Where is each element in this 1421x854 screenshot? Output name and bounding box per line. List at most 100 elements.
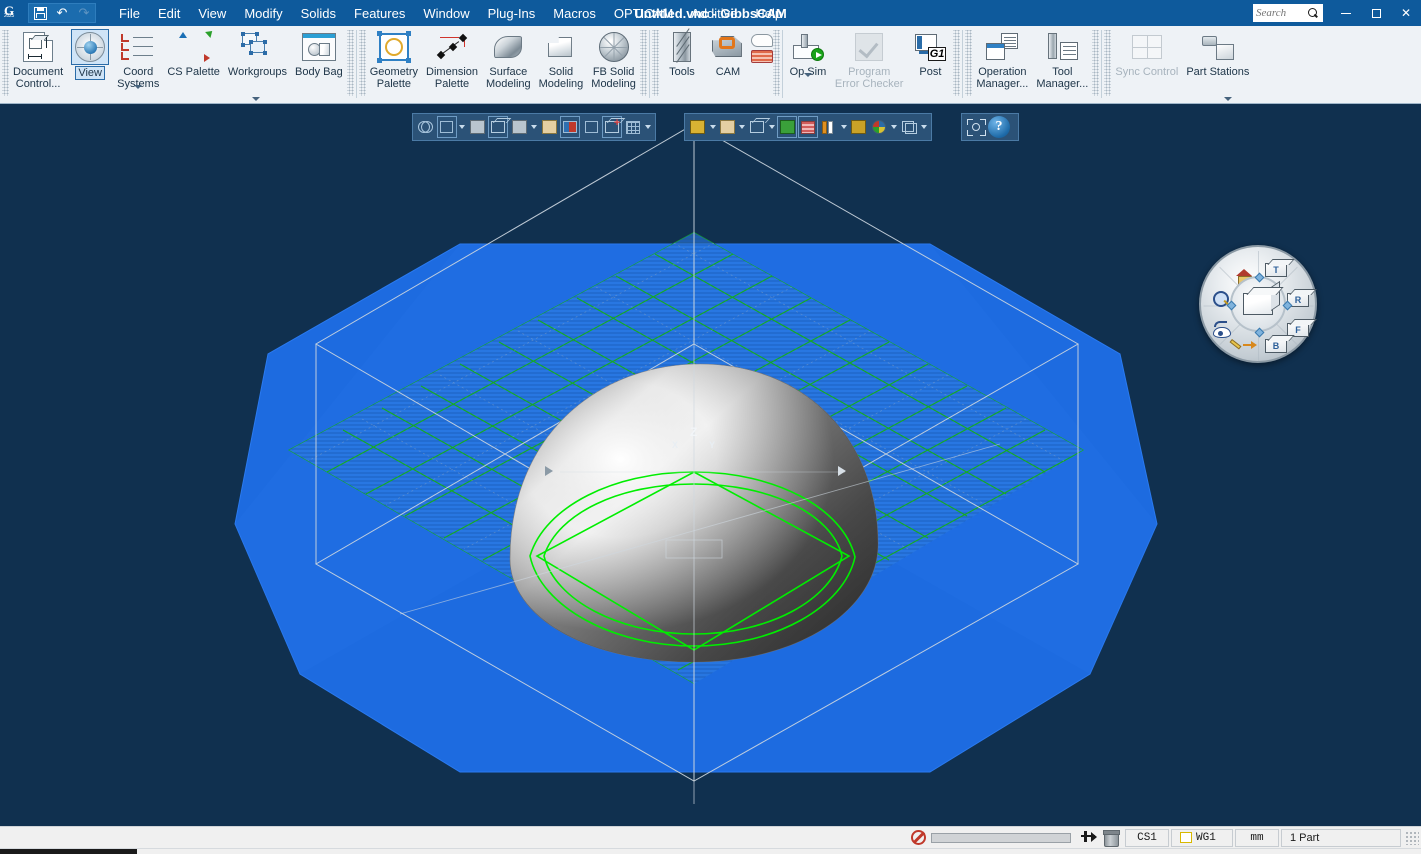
translucency-tool[interactable] (819, 116, 839, 138)
cam-note-icon[interactable] (750, 34, 773, 47)
sync-control-button[interactable]: Sync Control (1111, 26, 1182, 78)
machining-group-grip-end[interactable] (772, 30, 780, 96)
grid-tool[interactable] (623, 116, 643, 138)
cam-button[interactable]: CAM (705, 26, 751, 78)
menu-file[interactable]: File (110, 3, 149, 24)
menu-window[interactable]: Window (414, 3, 478, 24)
cs-palette-button[interactable]: CS Palette (163, 26, 224, 78)
iso-view-button[interactable] (1230, 276, 1286, 332)
minimize-button[interactable] (1331, 0, 1361, 26)
menu-modify[interactable]: Modify (235, 3, 291, 24)
offset-view-tool[interactable] (899, 116, 919, 138)
managers-group-grip[interactable] (965, 30, 973, 96)
solid-modeling-button[interactable]: Solid Modeling (535, 26, 588, 90)
search-box[interactable] (1253, 4, 1323, 22)
redo-button[interactable]: ↷ (73, 3, 95, 23)
chevron-down-icon[interactable] (134, 85, 143, 89)
two-circles-tool[interactable] (416, 116, 436, 138)
zoom-to-fit-tool[interactable] (965, 116, 987, 138)
menu-solids[interactable]: Solids (292, 3, 345, 24)
document-control-button[interactable]: Document Control... (9, 26, 67, 90)
render-faces-tool[interactable] (560, 116, 581, 138)
menu-edit[interactable]: Edit (149, 3, 189, 24)
undo-button[interactable]: ↶ (51, 3, 73, 23)
body-bag-button[interactable]: Body Bag (291, 26, 347, 78)
save-button[interactable] (29, 3, 51, 23)
machining-group-grip[interactable] (651, 30, 659, 96)
coordinate-system-field[interactable]: CS1 (1125, 828, 1169, 847)
stock-extents-chevron-down-icon[interactable] (458, 116, 466, 138)
shaded-tan-chevron-down-icon[interactable] (738, 116, 746, 138)
section-stack-tool[interactable] (798, 116, 819, 138)
menu-plugins[interactable]: Plug-Ins (479, 3, 545, 24)
stock-model-tool[interactable] (539, 116, 559, 138)
tools-button[interactable]: Tools (659, 26, 705, 78)
cam-process-icon[interactable] (750, 50, 773, 63)
tool-manager-button[interactable]: Tool Manager... (1032, 26, 1092, 90)
stock-extents-tool[interactable] (436, 116, 457, 138)
part-stations-button[interactable]: Part Stations (1182, 26, 1253, 78)
wireframe-tool[interactable] (748, 116, 768, 138)
bottom-scrollbar[interactable] (0, 848, 1421, 854)
scrollbar-thumb[interactable] (0, 849, 137, 854)
stations-group-expander[interactable] (1224, 97, 1233, 101)
wireframe-chevron-down-icon[interactable] (768, 116, 776, 138)
solid-box-tool[interactable] (488, 116, 509, 138)
search-input[interactable] (1256, 7, 1308, 19)
modeling-group-grip[interactable] (358, 30, 366, 96)
edit-direction-button[interactable] (1229, 335, 1257, 357)
surface-tool[interactable] (467, 116, 487, 138)
units-field[interactable]: mm (1235, 828, 1279, 847)
color-palette-chevron-down-icon[interactable] (890, 116, 898, 138)
help-button[interactable]: ? (988, 116, 1010, 138)
grid-chevron-down-icon[interactable] (644, 116, 652, 138)
menu-features[interactable]: Features (345, 3, 414, 24)
add-workgroup-tool[interactable]: + (601, 116, 623, 138)
part-count-field[interactable]: 1 Part (1281, 828, 1401, 847)
solid-corner-chevron-down-icon[interactable] (530, 116, 538, 138)
workgroups-button[interactable]: Workgroups (224, 26, 291, 78)
modeling-group-grip-end[interactable] (639, 30, 647, 96)
close-button[interactable]: ✕ (1391, 0, 1421, 26)
color-palette-tool[interactable] (870, 116, 890, 138)
geometry-palette-button[interactable]: Geometry Palette (366, 26, 422, 90)
managers-group-grip-end[interactable] (1092, 30, 1100, 96)
pin-icon[interactable] (1079, 830, 1097, 845)
shaded-solid-chevron-down-icon[interactable] (709, 116, 717, 138)
bounding-box-tool[interactable] (849, 116, 869, 138)
shaded-solid-tool[interactable] (688, 116, 708, 138)
menu-view[interactable]: View (189, 3, 235, 24)
render-solid-tool[interactable] (777, 116, 798, 138)
view-navigation-wheel[interactable]: T R F B (1199, 245, 1317, 363)
menu-macros[interactable]: Macros (544, 3, 605, 24)
3d-viewport[interactable]: Z X Y + ? T R F B (0, 104, 1421, 826)
workgroup-field[interactable]: WG1 (1171, 828, 1233, 847)
offset-view-chevron-down-icon[interactable] (920, 116, 928, 138)
post-button[interactable]: G1 Post (907, 26, 953, 78)
output-group-grip-end[interactable] (953, 30, 961, 96)
trash-icon[interactable] (1103, 830, 1120, 847)
maximize-button[interactable] (1361, 0, 1391, 26)
program-error-checker-button[interactable]: Program Error Checker (831, 26, 907, 90)
bottom-view-button[interactable]: B (1263, 335, 1289, 357)
op-sim-chevron-down-icon[interactable] (803, 73, 812, 77)
dimension-palette-button[interactable]: Dimension Palette (422, 26, 482, 90)
menu-additive[interactable]: Additive (682, 3, 746, 24)
solid-corner-tool[interactable] (509, 116, 529, 138)
menu-opticam[interactable]: OPTICAM (605, 3, 682, 24)
stations-group-grip[interactable] (1104, 30, 1112, 96)
resize-grip[interactable] (1405, 830, 1419, 845)
shaded-tan-tool[interactable] (718, 116, 738, 138)
group-grip[interactable] (2, 30, 9, 96)
group-grip-end[interactable] (346, 30, 354, 96)
translucency-chevron-down-icon[interactable] (840, 116, 848, 138)
operation-manager-button[interactable]: Operation Manager... (972, 26, 1032, 90)
cs-plane-tool[interactable] (581, 116, 601, 138)
view-button[interactable]: View (67, 26, 113, 80)
coord-systems-button[interactable]: Coord Systems (113, 26, 163, 90)
no-entry-icon[interactable] (911, 830, 926, 845)
menu-help[interactable]: Help (746, 3, 791, 24)
fb-solid-modeling-button[interactable]: FB Solid Modeling (587, 26, 640, 90)
document-group-expander[interactable] (252, 97, 260, 101)
op-sim-button[interactable]: Op Sim (785, 26, 831, 78)
